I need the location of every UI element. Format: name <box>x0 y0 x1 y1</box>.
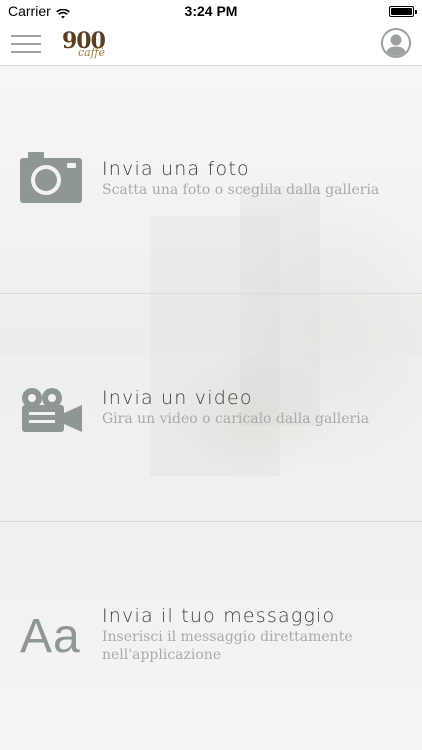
send-message-subtitle: Inserisci il messaggio direttamente nell… <box>102 629 353 663</box>
send-message-title: Invia il tuo messaggio <box>102 605 336 627</box>
hamburger-menu-icon[interactable] <box>11 34 41 54</box>
status-left: Carrier <box>8 3 128 19</box>
logo-script: caffè <box>78 46 106 59</box>
video-camera-icon <box>20 387 82 437</box>
send-photo-item[interactable]: Invia una foto Scatta una foto o sceglil… <box>0 66 422 294</box>
status-time: 3:24 PM <box>184 3 238 19</box>
carrier-label: Carrier <box>8 3 51 19</box>
status-right <box>294 5 417 17</box>
send-photo-subtitle: Scatta una foto o sceglila dalla galleri… <box>102 182 380 198</box>
send-photo-title: Invia una foto <box>102 158 250 180</box>
camera-icon <box>20 151 82 207</box>
send-message-item[interactable]: Aa Invia il tuo messaggio Inserisci il m… <box>0 522 422 750</box>
send-video-subtitle: Gira un video o caricalo dalla galleria <box>102 411 370 427</box>
wifi-icon <box>55 6 70 19</box>
text-aa-icon: Aa <box>20 610 81 663</box>
app-logo: 900 caffè <box>60 26 106 62</box>
navigation-bar: 900 caffè <box>0 22 422 66</box>
send-video-item[interactable]: Invia un video Gira un video o caricalo … <box>0 294 422 522</box>
action-list: Invia una foto Scatta una foto o sceglil… <box>0 66 422 750</box>
send-video-title: Invia un video <box>102 387 253 409</box>
battery-icon <box>388 5 417 17</box>
user-profile-icon[interactable] <box>381 28 411 58</box>
status-bar: Carrier 3:24 PM <box>0 0 422 22</box>
